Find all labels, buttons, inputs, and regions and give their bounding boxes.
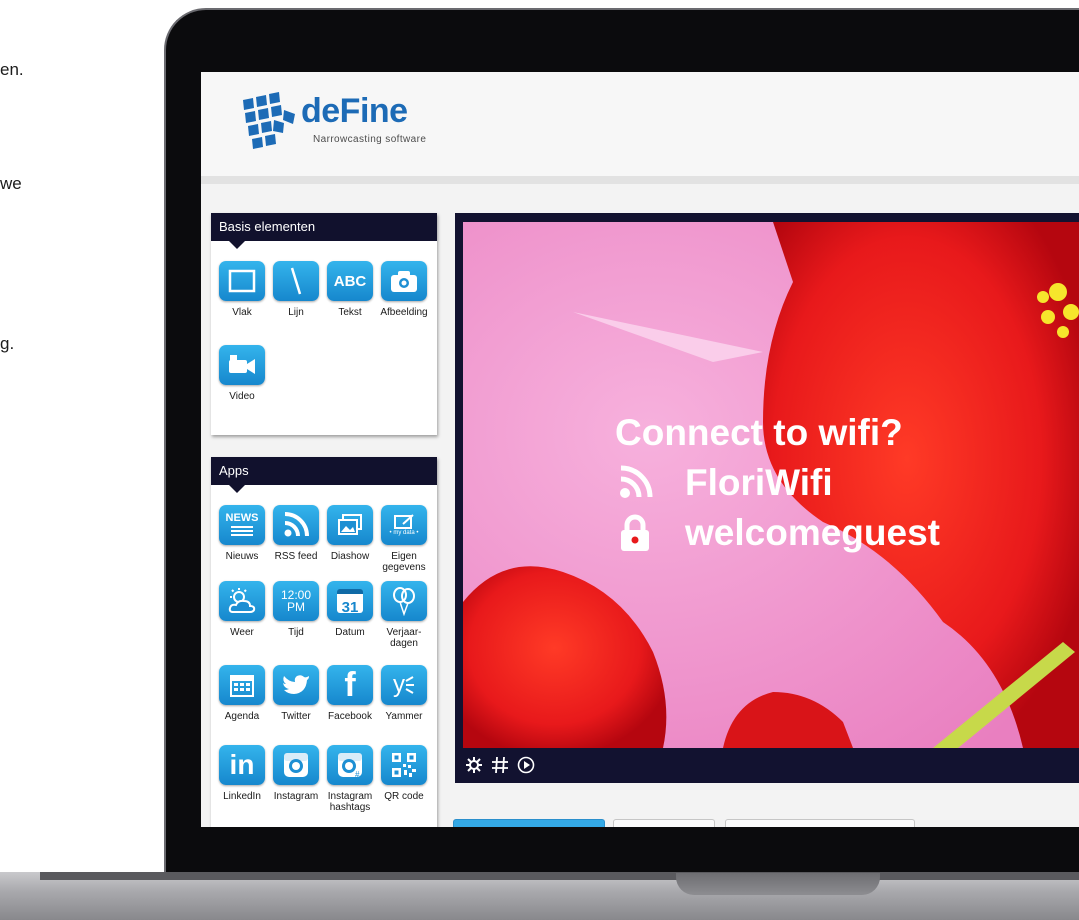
camera-icon bbox=[381, 261, 427, 301]
tile-weer[interactable]: Weer bbox=[215, 581, 269, 638]
tile-datum[interactable]: 31 Datum bbox=[323, 581, 377, 638]
tile-label: Instagram bbox=[273, 791, 319, 802]
tile-label: Weer bbox=[230, 627, 254, 638]
tile-linkedin[interactable]: in LinkedIn bbox=[215, 745, 269, 802]
primary-button[interactable] bbox=[453, 819, 605, 827]
news-icon: NEWS bbox=[219, 505, 265, 545]
agenda-icon bbox=[219, 665, 265, 705]
square-icon bbox=[219, 261, 265, 301]
tile-vlak[interactable]: Vlak bbox=[215, 261, 269, 318]
clock-icon: 12:00 PM bbox=[273, 581, 319, 621]
tile-label: Agenda bbox=[224, 711, 260, 722]
logo-name: deFine bbox=[301, 92, 408, 130]
tile-label: Nieuws bbox=[225, 551, 259, 562]
tile-lijn[interactable]: Lijn bbox=[269, 261, 323, 318]
tile-eigen-gegevens[interactable]: • my data • Eigen gegevens bbox=[377, 505, 431, 573]
yammer-icon: y bbox=[381, 665, 427, 705]
side-text-3: g. bbox=[0, 334, 15, 353]
weather-icon bbox=[219, 581, 265, 621]
slideshow-icon bbox=[327, 505, 373, 545]
preview-toolbar bbox=[465, 750, 535, 780]
tile-label: Vlak bbox=[232, 307, 252, 318]
secondary-button[interactable] bbox=[613, 819, 715, 827]
tile-video[interactable]: Video bbox=[215, 345, 269, 402]
laptop-notch bbox=[676, 873, 880, 895]
tile-verjaardagen[interactable]: Verjaar-dagen bbox=[377, 581, 431, 649]
tile-label: QR code bbox=[384, 791, 424, 802]
tile-tijd[interactable]: 12:00 PM Tijd bbox=[269, 581, 323, 638]
tile-label: Tekst bbox=[338, 307, 362, 318]
rss-icon bbox=[273, 505, 319, 545]
text-icon: ABC bbox=[327, 261, 373, 301]
wifi-overlay: Connect to wifi? FloriWifi welcomeguest bbox=[615, 412, 940, 562]
tile-twitter[interactable]: Twitter bbox=[269, 665, 323, 722]
basis-panel-title: Basis elementen bbox=[211, 213, 437, 249]
tile-label: Video bbox=[229, 391, 255, 402]
tile-label: Afbeelding bbox=[380, 307, 428, 318]
calendar-date-icon: 31 bbox=[327, 581, 373, 621]
apps-panel-title: Apps bbox=[211, 457, 437, 493]
svg-text:#: # bbox=[355, 770, 360, 779]
tile-instagram[interactable]: Instagram bbox=[269, 745, 323, 802]
tile-label: Twitter bbox=[281, 711, 311, 722]
tile-diashow[interactable]: Diashow bbox=[323, 505, 377, 562]
tile-agenda[interactable]: Agenda bbox=[215, 665, 269, 722]
tile-label: RSS feed bbox=[274, 551, 318, 562]
instagram-hashtag-icon: # bbox=[327, 745, 373, 785]
gear-icon[interactable] bbox=[465, 756, 483, 774]
tile-label: LinkedIn bbox=[223, 791, 261, 802]
wifi-heading: Connect to wifi? bbox=[615, 412, 903, 453]
tile-label: Tijd bbox=[288, 627, 304, 638]
tile-rss-feed[interactable]: RSS feed bbox=[269, 505, 323, 562]
wifi-rss-icon bbox=[620, 465, 653, 498]
tile-label: Yammer bbox=[385, 711, 423, 722]
lock-icon bbox=[621, 514, 649, 551]
tile-instagram-hashtags[interactable]: # Instagram hashtags bbox=[323, 745, 377, 813]
logo-grid-icon bbox=[243, 92, 295, 149]
balloons-icon bbox=[381, 581, 427, 621]
my-data-icon: • my data • bbox=[381, 505, 427, 545]
tile-yammer[interactable]: y Yammer bbox=[377, 665, 431, 722]
flower-background-image: Connect to wifi? FloriWifi welcomeguest bbox=[463, 222, 1079, 748]
logo-tagline: Narrowcasting software bbox=[313, 134, 427, 145]
tile-label: Datum bbox=[335, 627, 365, 638]
tile-label: Eigen gegevens bbox=[382, 551, 426, 573]
side-text-2: we bbox=[0, 174, 22, 193]
tile-nieuws[interactable]: NEWS Nieuws bbox=[215, 505, 269, 562]
line-icon bbox=[273, 261, 319, 301]
tile-label: Diashow bbox=[330, 551, 370, 562]
play-icon[interactable] bbox=[517, 756, 535, 774]
wifi-password: welcomeguest bbox=[685, 512, 940, 553]
tile-qr-code[interactable]: QR code bbox=[377, 745, 431, 802]
facebook-icon: f bbox=[327, 665, 373, 705]
qr-code-icon bbox=[381, 745, 427, 785]
grid-hash-icon[interactable] bbox=[491, 756, 509, 774]
wifi-network-name: FloriWifi bbox=[685, 462, 833, 503]
apps-panel: Apps NEWS Nieuws RSS feed Diashow • my d… bbox=[211, 457, 437, 827]
basis-elements-panel: Basis elementen Vlak Lijn ABC Tekst Afbe… bbox=[211, 213, 437, 435]
linkedin-icon: in bbox=[219, 745, 265, 785]
preview-canvas: Connect to wifi? FloriWifi welcomeguest bbox=[455, 213, 1079, 783]
laptop-hinge bbox=[40, 872, 1079, 880]
side-text-1: en. bbox=[0, 60, 24, 79]
tile-facebook[interactable]: f Facebook bbox=[323, 665, 377, 722]
tertiary-button[interactable] bbox=[725, 819, 915, 827]
twitter-icon bbox=[273, 665, 319, 705]
app-screen: deFine Narrowcasting software Basis elem… bbox=[201, 72, 1079, 827]
tile-label: Facebook bbox=[328, 711, 372, 722]
tile-tekst[interactable]: ABC Tekst bbox=[323, 261, 377, 318]
video-camera-icon bbox=[219, 345, 265, 385]
tile-label: Verjaar-dagen bbox=[386, 627, 422, 649]
tile-label: Instagram hashtags bbox=[327, 791, 373, 813]
tile-afbeelding[interactable]: Afbeelding bbox=[377, 261, 431, 318]
app-header: deFine Narrowcasting software bbox=[201, 72, 1079, 184]
tile-label: Lijn bbox=[288, 307, 304, 318]
instagram-icon bbox=[273, 745, 319, 785]
